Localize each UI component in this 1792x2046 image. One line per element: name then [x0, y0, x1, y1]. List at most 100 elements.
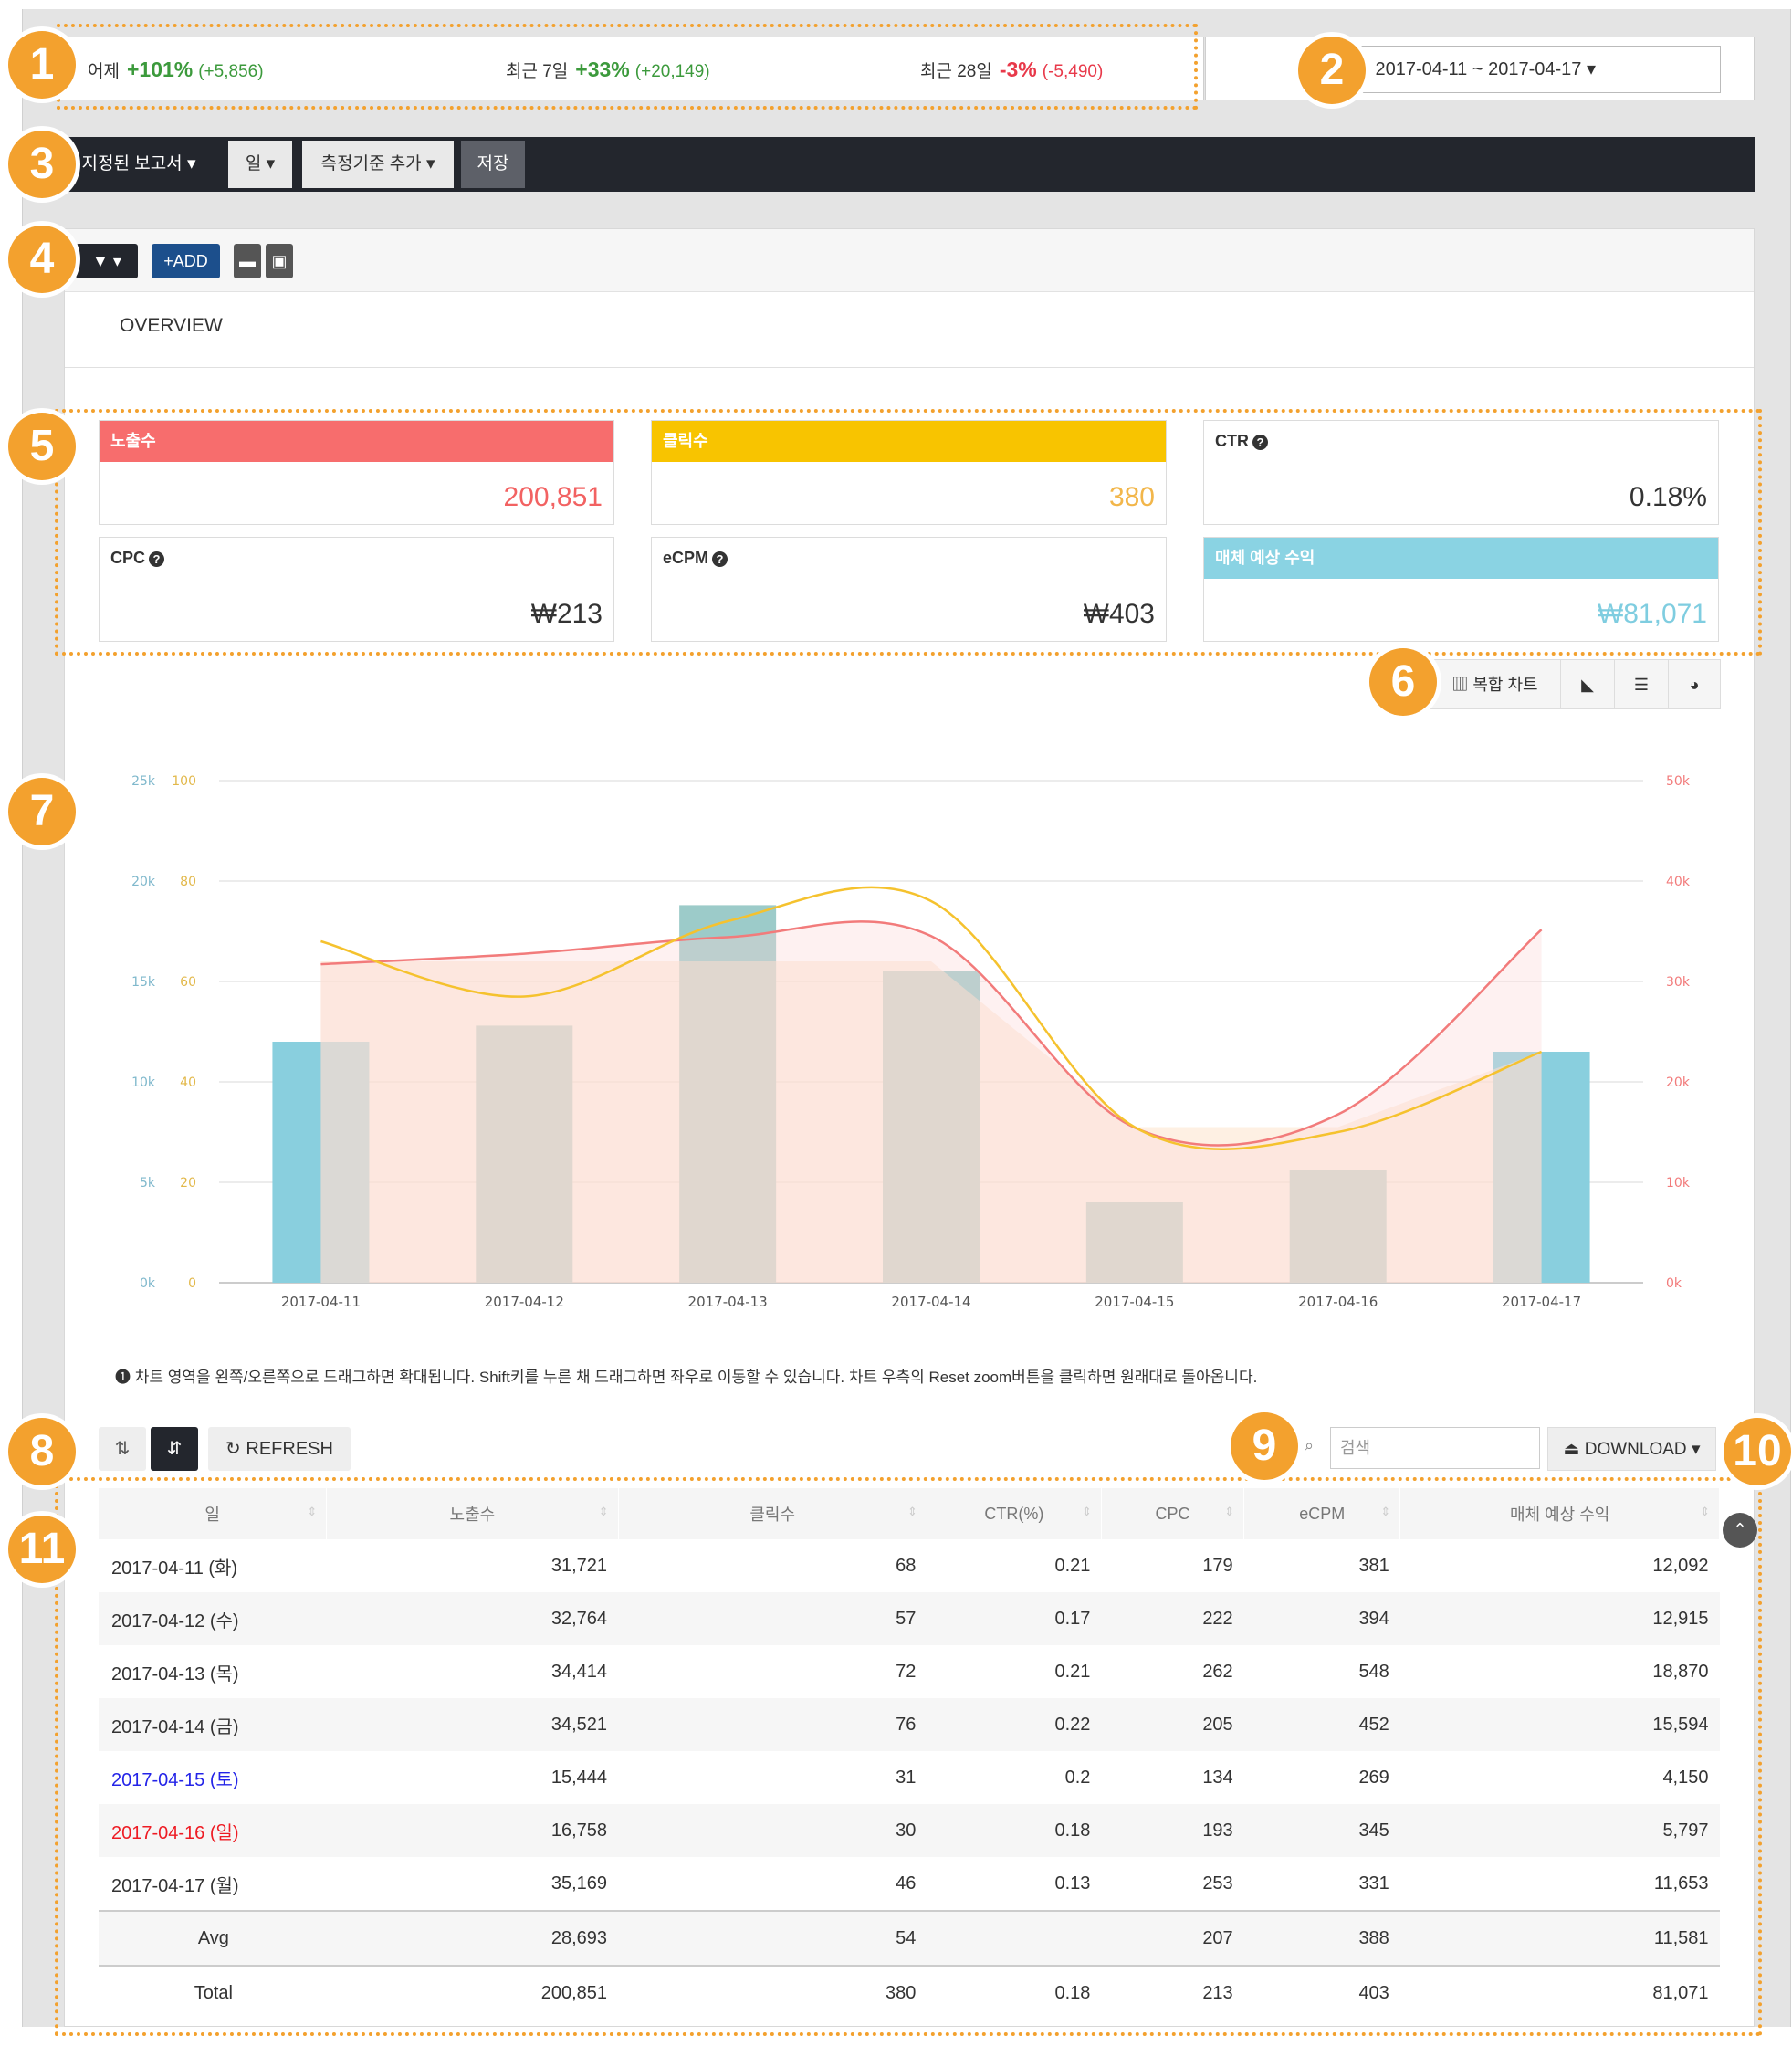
save-button[interactable]: 저장 — [461, 141, 525, 188]
column-header[interactable]: CPC ⇕ — [1101, 1488, 1245, 1539]
search-input[interactable]: 검색 — [1330, 1427, 1540, 1469]
sort-icon: ⇕ — [307, 1505, 318, 1518]
x-tick-label: 2017-04-11 — [281, 1294, 361, 1310]
table-cell: 72 — [896, 1661, 917, 1682]
column-header[interactable]: CTR(%) ⇕ — [927, 1488, 1102, 1539]
stat-last7: 최근 7일 +33% (+20,149) — [506, 58, 710, 82]
column-header[interactable]: 클릭수 ⇕ — [618, 1488, 927, 1539]
saved-report-dropdown[interactable]: 지정된 보고서 ▾ — [70, 141, 207, 188]
folder-open-icon[interactable]: ▬ — [234, 244, 261, 278]
y-tick-left2: 100 — [172, 774, 196, 789]
question-icon[interactable]: ? — [712, 551, 728, 567]
table-row: 2017-04-12 (수) 32,764 57 0.17 222 394 12,915 — [99, 1592, 1720, 1645]
card-ecpm-label: eCPM — [663, 549, 709, 567]
summary-stats-bar: 어제 +101% (+5,856) 최근 7일 +33% (+20,149) 최근 28… — [59, 37, 1204, 100]
table-cell: 18,870 — [1652, 1661, 1709, 1682]
column-header-label: 노출수 — [449, 1506, 496, 1524]
table-cell: 0.2 — [1064, 1767, 1091, 1788]
search-icon: ⌕ — [1305, 1436, 1315, 1455]
scroll-top-icon[interactable]: ⌃ — [1723, 1513, 1757, 1548]
callout-4: 4 — [8, 226, 76, 293]
table-cell-date: 2017-04-16 (일) — [99, 1804, 327, 1857]
table-cell: 15,444 — [550, 1767, 608, 1788]
combo-chart[interactable]: 0k 0 0k 5k 20 10k 10k 40 20k 15k 60 30k 20k 80 40k 25k 1… — [110, 758, 1734, 1324]
y-tick-left2: 20 — [180, 1176, 196, 1191]
card-ctr-label: CTR — [1215, 432, 1249, 450]
stat-last28-delta: (-5,490) — [1042, 62, 1104, 81]
card-clicks-label: 클릭수 — [652, 421, 1166, 462]
table-cell: 57 — [618, 1592, 927, 1645]
y-tick-left2: 0 — [188, 1276, 196, 1291]
sort-icon: ⇕ — [598, 1505, 609, 1518]
sort-desc-button[interactable]: ⇵ — [151, 1427, 198, 1471]
stat-last28: 최근 28일 -3% (-5,490) — [920, 58, 1103, 82]
y-tick-right: 40k — [1666, 875, 1691, 889]
unit-dropdown[interactable]: 일 ▾ — [228, 141, 292, 188]
pie-chart-icon[interactable]: ◕ — [1668, 659, 1721, 709]
sort-icon: ⇕ — [906, 1505, 917, 1518]
table-cell: 394 — [1243, 1592, 1400, 1645]
list-icon[interactable]: ☰ — [1614, 659, 1669, 709]
table-cell: 380 — [618, 1965, 927, 2020]
column-header[interactable]: eCPM ⇕ — [1243, 1488, 1401, 1539]
table-cell: 34,521 — [326, 1698, 619, 1751]
table-cell: 205 — [1101, 1698, 1244, 1751]
caret-down-icon: ▾ — [1691, 1440, 1701, 1459]
card-cpc-value: ₩213 — [530, 599, 603, 629]
table-cell: 269 — [1358, 1767, 1389, 1788]
table-cell: 0.21 — [1054, 1661, 1091, 1682]
caret-down-icon: ▾ — [266, 154, 276, 173]
download-button[interactable]: ⏏ DOWNLOAD ▾ — [1547, 1427, 1716, 1471]
sort-icon: ⇕ — [1380, 1505, 1391, 1518]
caret-down-icon: ▾ — [112, 252, 121, 270]
table-cell: 213 — [1101, 1965, 1244, 2020]
table-cell: 200,851 — [326, 1965, 619, 2020]
area-chart-icon[interactable]: ◣ — [1560, 659, 1615, 709]
card-revenue-value: ₩81,071 — [1597, 599, 1707, 629]
refresh-button[interactable]: ↻ REFRESH — [208, 1427, 351, 1471]
table-row: 2017-04-15 (토) 15,444 31 0.2 134 269 4,150 — [99, 1751, 1720, 1804]
panel-header: ▼ ▾ +ADD ▬ ▣ — [65, 229, 1754, 292]
x-tick-label: 2017-04-13 — [688, 1294, 768, 1310]
search-box: ⌕ 검색 — [1301, 1427, 1540, 1469]
table-cell: 12,915 — [1399, 1592, 1720, 1645]
table-cell-date: 2017-04-17 (월) — [111, 1875, 239, 1896]
stat-last28-label: 최근 28일 — [920, 62, 992, 81]
table-avg-row: Avg 28,693 54 207 388 11,581 — [99, 1910, 1720, 1966]
column-header[interactable]: 일 ⇕ — [99, 1488, 328, 1539]
column-header[interactable]: 매체 예상 수익 ⇕ — [1399, 1488, 1720, 1539]
table-cell: 76 — [618, 1698, 927, 1751]
table-cell: 31,721 — [550, 1555, 608, 1576]
combo-chart-button[interactable]: ▥ 복합 차트 — [1429, 659, 1561, 709]
data-table: 일 ⇕ 노출수 ⇕ 클릭수 ⇕ CTR(%) ⇕ CPC ⇕ eCPM ⇕ 매체 예상 수익 ⇕ 2017… — [99, 1488, 1720, 2020]
tab-overview[interactable]: OVERVIEW — [120, 315, 223, 337]
save-disk-icon[interactable]: ▣ — [266, 244, 293, 278]
table-cell-date: 2017-04-14 (금) — [99, 1698, 327, 1751]
question-icon[interactable]: ? — [149, 551, 165, 567]
column-header[interactable]: 노출수 ⇕ — [326, 1488, 619, 1539]
date-range-picker[interactable]: ▦ 2017-04-11 ~ 2017-04-17 ▾ — [1339, 46, 1721, 93]
callout-1: 1 — [8, 31, 76, 99]
add-dimension-dropdown[interactable]: 측정기준 추가 ▾ — [302, 141, 454, 188]
column-header-label: CTR(%) — [984, 1504, 1044, 1523]
divider — [65, 367, 1754, 368]
table-cell: 28,693 — [326, 1910, 619, 1966]
table-cell: 0.22 — [927, 1698, 1102, 1751]
y-tick-right: 30k — [1666, 975, 1691, 990]
filter-dropdown[interactable]: ▼ ▾ — [76, 244, 138, 278]
question-icon[interactable]: ? — [1252, 434, 1268, 450]
table-row: 2017-04-14 (금) 34,521 76 0.22 205 452 15,594 — [99, 1698, 1720, 1751]
table-cell-date: 2017-04-12 (수) — [99, 1592, 327, 1645]
table-cell: 11,653 — [1653, 1873, 1709, 1894]
table-cell: 15,594 — [1399, 1698, 1720, 1751]
card-impressions-value: 200,851 — [503, 482, 603, 512]
add-button[interactable]: +ADD — [152, 244, 220, 278]
table-cell: 331 — [1358, 1873, 1389, 1894]
sort-icon: ⇕ — [1224, 1505, 1235, 1518]
table-cell: 222 — [1101, 1592, 1244, 1645]
stat-last7-label: 최근 7일 — [506, 62, 569, 81]
table-cell-date: 2017-04-15 (토) — [111, 1769, 239, 1790]
y-tick-left1: 0k — [140, 1276, 156, 1291]
table-cell: 0.13 — [1054, 1873, 1091, 1894]
sort-asc-button[interactable]: ⇅ — [99, 1427, 146, 1471]
